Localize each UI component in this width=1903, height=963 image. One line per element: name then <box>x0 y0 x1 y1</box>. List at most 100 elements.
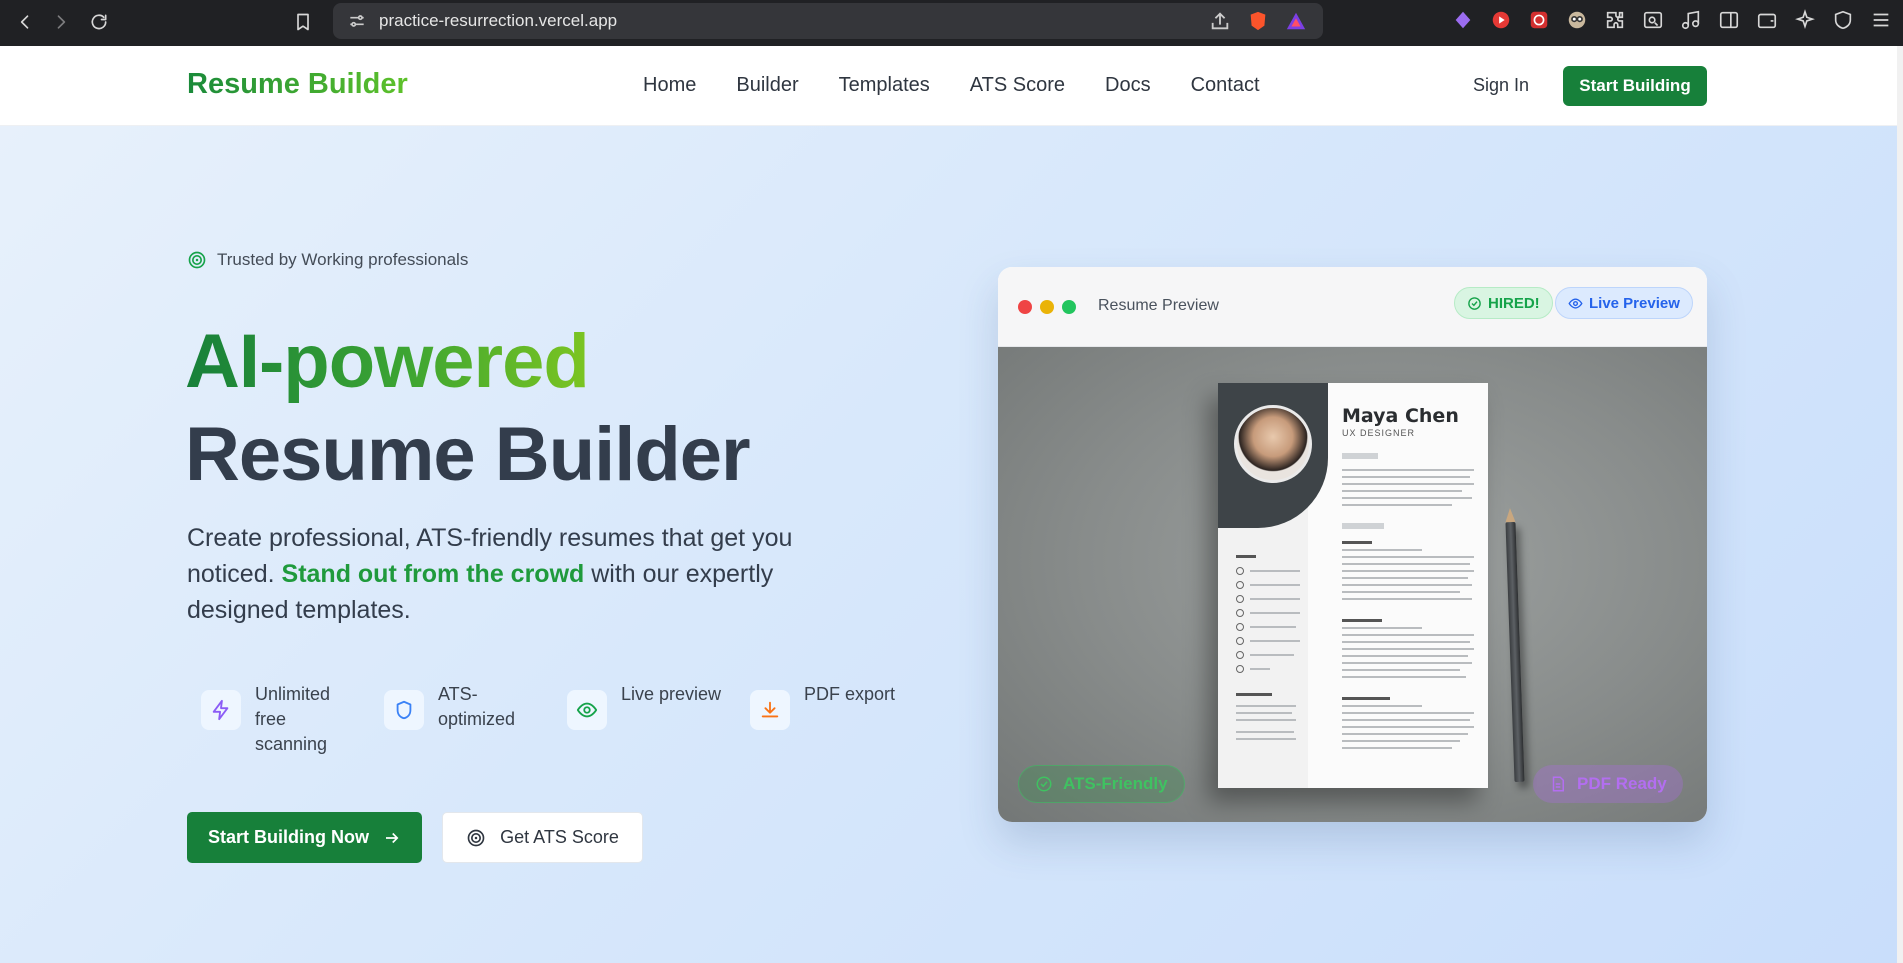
arrow-right-icon <box>386 832 399 843</box>
eye-icon <box>567 690 607 730</box>
text-line <box>1342 712 1474 714</box>
resume-document: Maya Chen UX DESIGNER <box>1218 383 1488 788</box>
sign-in-link[interactable]: Sign In <box>1473 75 1529 96</box>
extension-4-icon[interactable] <box>1565 8 1589 32</box>
close-dot <box>1018 300 1032 314</box>
target-icon <box>188 251 206 269</box>
bookmark-button[interactable] <box>286 5 320 39</box>
hired-badge-label: HIRED! <box>1488 294 1540 312</box>
sidebar-icon[interactable] <box>1717 8 1741 32</box>
nav-templates[interactable]: Templates <box>839 74 930 97</box>
nav-contact[interactable]: Contact <box>1191 74 1260 97</box>
text-line <box>1250 570 1300 572</box>
text-line <box>1250 598 1300 600</box>
text-line <box>1250 654 1294 656</box>
text-line <box>1342 556 1474 558</box>
share-icon[interactable] <box>1209 10 1231 37</box>
brave-shield-icon[interactable] <box>1247 10 1269 37</box>
text-line <box>1342 641 1470 643</box>
page: Resume Builder Home Builder Templates AT… <box>0 46 1897 963</box>
text-line <box>1342 733 1468 735</box>
start-building-now-button[interactable]: Start Building Now <box>187 812 422 863</box>
feature-label: ATS-optimized <box>438 684 516 729</box>
music-icon[interactable] <box>1679 8 1703 32</box>
sparkle-icon[interactable] <box>1793 8 1817 32</box>
address-bar[interactable]: practice-resurrection.vercel.app <box>333 3 1323 39</box>
extension-2-icon[interactable] <box>1489 8 1513 32</box>
extension-1-icon[interactable] <box>1451 8 1475 32</box>
text-line <box>1342 719 1470 721</box>
text-line <box>1250 626 1296 628</box>
resume-preview-card: Resume Preview HIRED! Live Preview Maya … <box>998 267 1707 822</box>
text-line <box>1342 619 1382 622</box>
url-text[interactable]: practice-resurrection.vercel.app <box>379 11 617 31</box>
feature-item: Live preview <box>553 672 736 767</box>
start-building-button[interactable]: Start Building <box>1563 66 1707 106</box>
nav-ats-score[interactable]: ATS Score <box>970 74 1065 97</box>
text-line <box>1342 483 1474 485</box>
page-scrollbar[interactable] <box>1897 46 1903 963</box>
nav-home[interactable]: Home <box>643 74 696 97</box>
browser-toolbar: practice-resurrection.vercel.app <box>0 0 1903 46</box>
skill-dot <box>1236 581 1244 589</box>
text-line <box>1342 490 1462 492</box>
screenshot-icon[interactable] <box>1641 8 1665 32</box>
site-header: Resume Builder Home Builder Templates AT… <box>0 46 1897 126</box>
brave-rewards-icon[interactable] <box>1285 10 1307 37</box>
text-line <box>1250 640 1300 642</box>
live-preview-label: Live Preview <box>1589 294 1680 312</box>
ats-friendly-badge: ATS-Friendly <box>1018 765 1185 803</box>
reload-button[interactable] <box>82 5 116 39</box>
feature-item: Unlimited free scanning <box>187 672 370 767</box>
site-settings-icon[interactable] <box>347 11 367 31</box>
eye-icon <box>1568 297 1583 309</box>
preview-title: Resume Preview <box>1098 297 1219 314</box>
skill-dot <box>1236 595 1244 603</box>
profile-photo <box>1234 405 1312 483</box>
nav-docs[interactable]: Docs <box>1105 74 1151 97</box>
pdf-ready-label: PDF Ready <box>1577 774 1667 793</box>
feature-label: PDF export <box>804 684 896 704</box>
feature-item: PDF export <box>736 672 919 767</box>
text-line <box>1236 555 1256 558</box>
text-line <box>1236 712 1292 714</box>
window-dots <box>1018 300 1076 314</box>
text-line <box>1250 612 1300 614</box>
pdf-ready-badge: PDF Ready <box>1533 765 1683 803</box>
extension-3-icon[interactable] <box>1527 8 1551 32</box>
chevron-left-icon <box>20 15 29 29</box>
text-line <box>1342 740 1460 742</box>
skill-dot <box>1236 665 1244 673</box>
cta-secondary-label: Get ATS Score <box>500 827 619 847</box>
vpn-shield-icon[interactable] <box>1831 8 1855 32</box>
reload-icon <box>91 14 107 30</box>
bookmark-icon <box>297 13 309 31</box>
trusted-badge: Trusted by Working professionals <box>187 250 468 270</box>
section-label <box>1342 523 1384 529</box>
puzzle-icon[interactable] <box>1603 8 1627 32</box>
text-line <box>1342 705 1422 707</box>
text-line <box>1342 497 1472 499</box>
text-line <box>1342 669 1460 671</box>
brand-logo[interactable]: Resume Builder <box>187 68 408 101</box>
text-line <box>1342 549 1422 551</box>
text-line <box>1342 584 1472 586</box>
wallet-icon[interactable] <box>1755 8 1779 32</box>
menu-icon[interactable] <box>1869 8 1893 32</box>
get-ats-score-button[interactable]: Get ATS Score <box>442 812 643 863</box>
text-line <box>1342 697 1390 700</box>
text-line <box>1342 747 1452 749</box>
download-icon <box>750 690 790 730</box>
extensions-bar <box>1451 8 1893 32</box>
text-line <box>1250 584 1300 586</box>
back-button[interactable] <box>8 5 42 39</box>
feature-label: Live preview <box>621 684 722 704</box>
text-line <box>1342 634 1474 636</box>
target-icon <box>467 829 485 846</box>
preview-header: Resume Preview HIRED! Live Preview <box>998 267 1707 347</box>
pencil-image <box>1505 521 1525 783</box>
forward-button[interactable] <box>44 5 78 39</box>
resume-name: Maya Chen <box>1342 405 1459 427</box>
text-line <box>1342 655 1468 657</box>
nav-builder[interactable]: Builder <box>736 74 798 97</box>
